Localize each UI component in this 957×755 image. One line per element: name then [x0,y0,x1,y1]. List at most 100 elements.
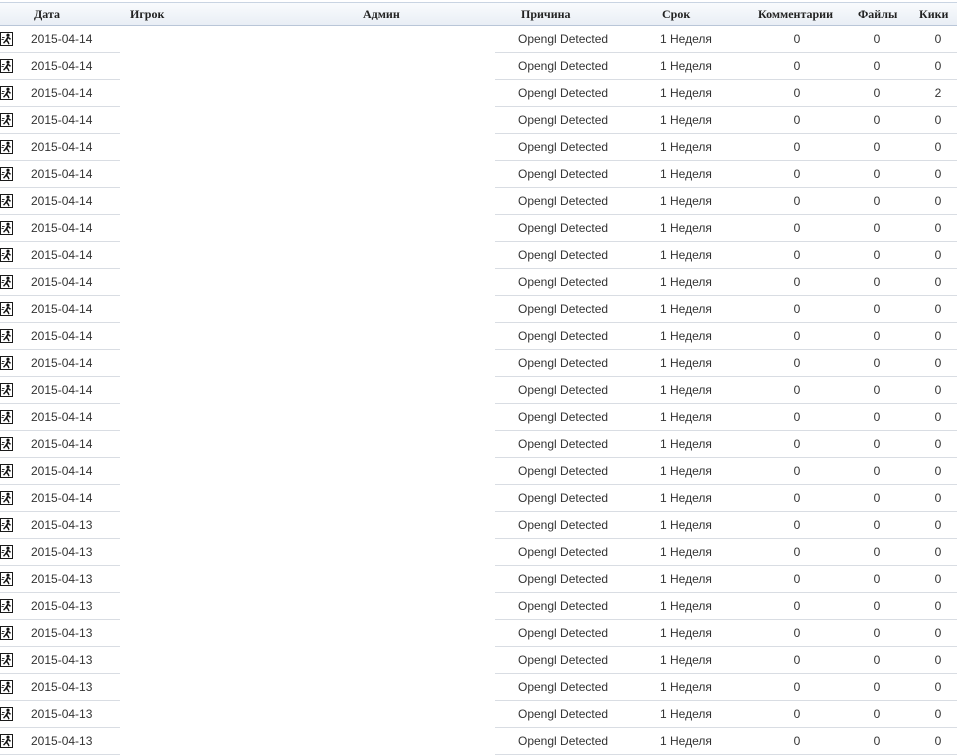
cell-kicks: 0 [934,518,942,532]
running-man-icon[interactable] [0,437,13,451]
running-man-icon[interactable] [0,59,13,73]
column-header-files[interactable]: Файлы [858,3,897,25]
running-man-icon[interactable] [0,86,13,100]
cell-date: 2015-04-13 [31,680,93,694]
cell-comments: 0 [793,437,801,451]
running-man-icon[interactable] [0,707,13,721]
column-header-date[interactable]: Дата [34,3,60,25]
running-man-icon[interactable] [0,410,13,424]
table-row[interactable]: 2015-04-13 Opengl Detected 1 Неделя 0 0 0 [0,512,957,539]
cell-date: 2015-04-13 [31,734,93,748]
table-row[interactable]: 2015-04-14 Opengl Detected 1 Неделя 0 0 0 [0,215,957,242]
running-man-icon[interactable] [0,464,13,478]
cell-kicks: 0 [934,545,942,559]
cell-files: 0 [873,113,881,127]
cell-files: 0 [873,410,881,424]
table-row[interactable]: 2015-04-14 Opengl Detected 1 Неделя 0 0 0 [0,188,957,215]
table-row[interactable]: 2015-04-13 Opengl Detected 1 Неделя 0 0 0 [0,701,957,728]
cell-reason: Opengl Detected [518,707,609,721]
running-man-icon[interactable] [0,383,13,397]
table-row[interactable]: 2015-04-14 Opengl Detected 1 Неделя 0 0 0 [0,350,957,377]
table-row[interactable]: 2015-04-13 Opengl Detected 1 Неделя 0 0 0 [0,647,957,674]
cell-reason: Opengl Detected [518,302,609,316]
column-header-reason[interactable]: Причина [521,3,571,25]
cell-comments: 0 [793,545,801,559]
table-row[interactable]: 2015-04-14 Opengl Detected 1 Неделя 0 0 0 [0,458,957,485]
cell-term: 1 Неделя [660,32,712,46]
cell-date: 2015-04-13 [31,599,93,613]
running-man-icon[interactable] [0,221,13,235]
running-man-icon[interactable] [0,356,13,370]
cell-term: 1 Неделя [660,167,712,181]
cell-files: 0 [873,140,881,154]
table-row[interactable]: 2015-04-14 Opengl Detected 1 Неделя 0 0 0 [0,242,957,269]
cell-files: 0 [873,329,881,343]
cell-kicks: 0 [934,248,942,262]
table-row[interactable]: 2015-04-14 Opengl Detected 1 Неделя 0 0 0 [0,134,957,161]
cell-reason: Opengl Detected [518,518,609,532]
table-row[interactable]: 2015-04-14 Opengl Detected 1 Неделя 0 0 0 [0,269,957,296]
running-man-icon[interactable] [0,302,13,316]
running-man-icon[interactable] [0,572,13,586]
cell-reason: Opengl Detected [518,734,609,748]
table-row[interactable]: 2015-04-13 Opengl Detected 1 Неделя 0 0 0 [0,566,957,593]
column-header-admin[interactable]: Админ [363,3,400,25]
column-header-comments[interactable]: Комментарии [758,3,833,25]
cell-comments: 0 [793,329,801,343]
running-man-icon[interactable] [0,599,13,613]
cell-date: 2015-04-14 [31,437,93,451]
table-row[interactable]: 2015-04-14 Opengl Detected 1 Неделя 0 0 0 [0,485,957,512]
cell-kicks: 0 [934,491,942,505]
cell-files: 0 [873,572,881,586]
table-row[interactable]: 2015-04-14 Opengl Detected 1 Неделя 0 0 0 [0,377,957,404]
table-row[interactable]: 2015-04-13 Opengl Detected 1 Неделя 0 0 0 [0,593,957,620]
table-row[interactable]: 2015-04-14 Opengl Detected 1 Неделя 0 0 0 [0,53,957,80]
running-man-icon[interactable] [0,680,13,694]
cell-files: 0 [873,59,881,73]
running-man-icon[interactable] [0,140,13,154]
table-row[interactable]: 2015-04-14 Opengl Detected 1 Неделя 0 0 2 [0,80,957,107]
running-man-icon[interactable] [0,491,13,505]
running-man-icon[interactable] [0,626,13,640]
cell-kicks: 0 [934,221,942,235]
table-row[interactable]: 2015-04-13 Opengl Detected 1 Неделя 0 0 0 [0,539,957,566]
table-row[interactable]: 2015-04-14 Opengl Detected 1 Неделя 0 0 0 [0,404,957,431]
running-man-icon[interactable] [0,194,13,208]
running-man-icon[interactable] [0,275,13,289]
running-man-icon[interactable] [0,32,13,46]
cell-term: 1 Неделя [660,572,712,586]
cell-date: 2015-04-14 [31,383,93,397]
cell-date: 2015-04-13 [31,518,93,532]
column-header-kicks[interactable]: Кики [919,3,948,25]
cell-comments: 0 [793,167,801,181]
cell-files: 0 [873,221,881,235]
cell-reason: Opengl Detected [518,383,609,397]
table-row[interactable]: 2015-04-14 Opengl Detected 1 Неделя 0 0 0 [0,431,957,458]
running-man-icon[interactable] [0,167,13,181]
cell-term: 1 Неделя [660,626,712,640]
table-row[interactable]: 2015-04-14 Opengl Detected 1 Неделя 0 0 0 [0,26,957,53]
cell-files: 0 [873,383,881,397]
running-man-icon[interactable] [0,248,13,262]
cell-date: 2015-04-14 [31,140,93,154]
table-row[interactable]: 2015-04-14 Opengl Detected 1 Неделя 0 0 0 [0,107,957,134]
running-man-icon[interactable] [0,518,13,532]
running-man-icon[interactable] [0,653,13,667]
cell-date: 2015-04-14 [31,491,93,505]
running-man-icon[interactable] [0,734,13,748]
column-header-player[interactable]: Игрок [130,3,164,25]
cell-reason: Opengl Detected [518,194,609,208]
table-row[interactable]: 2015-04-14 Opengl Detected 1 Неделя 0 0 0 [0,296,957,323]
cell-comments: 0 [793,383,801,397]
cell-kicks: 0 [934,680,942,694]
table-row[interactable]: 2015-04-13 Opengl Detected 1 Неделя 0 0 0 [0,674,957,701]
table-row[interactable]: 2015-04-13 Opengl Detected 1 Неделя 0 0 0 [0,728,957,755]
table-row[interactable]: 2015-04-14 Opengl Detected 1 Неделя 0 0 0 [0,323,957,350]
table-row[interactable]: 2015-04-14 Opengl Detected 1 Неделя 0 0 0 [0,161,957,188]
cell-comments: 0 [793,464,801,478]
column-header-term[interactable]: Срок [662,3,690,25]
running-man-icon[interactable] [0,113,13,127]
running-man-icon[interactable] [0,545,13,559]
running-man-icon[interactable] [0,329,13,343]
table-row[interactable]: 2015-04-13 Opengl Detected 1 Неделя 0 0 0 [0,620,957,647]
